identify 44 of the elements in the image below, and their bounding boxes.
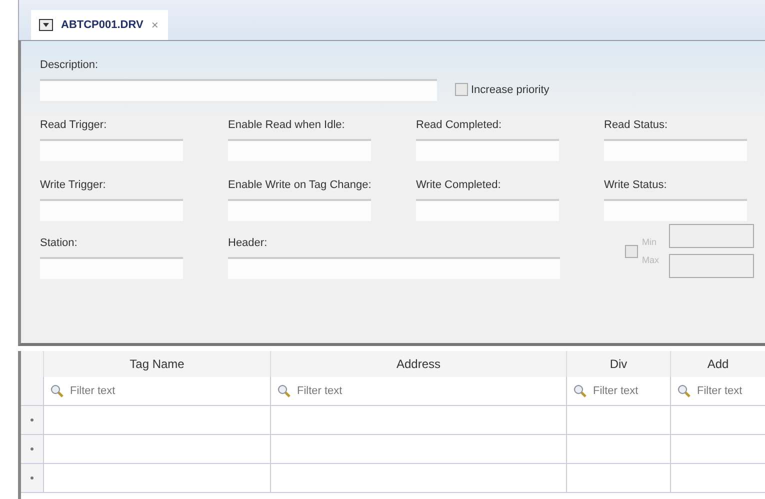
search-icon bbox=[50, 384, 64, 398]
station-field[interactable] bbox=[40, 257, 183, 279]
row-marker-icon bbox=[30, 447, 34, 451]
input-field[interactable] bbox=[604, 139, 747, 161]
filter-field[interactable]: Filter text bbox=[695, 384, 765, 398]
row-header[interactable] bbox=[21, 435, 43, 463]
field-label: Enable Write on Tag Change: bbox=[228, 179, 372, 191]
min-label: Min bbox=[642, 237, 658, 247]
row-header[interactable] bbox=[21, 406, 43, 434]
filter-field[interactable]: Filter text bbox=[295, 384, 566, 398]
filter-field[interactable]: Filter text bbox=[68, 384, 270, 398]
field-label: Read Status: bbox=[604, 119, 669, 131]
input-field[interactable] bbox=[416, 199, 559, 221]
checkbox-label: Increase priority bbox=[471, 84, 550, 96]
field-label: Header: bbox=[228, 237, 268, 249]
field-label: Write Status: bbox=[604, 179, 668, 191]
input-field[interactable] bbox=[40, 139, 183, 161]
search-icon bbox=[677, 384, 691, 398]
header-field[interactable] bbox=[228, 257, 560, 279]
field-label: Enable Read when Idle: bbox=[228, 119, 346, 131]
input-field[interactable] bbox=[604, 199, 747, 221]
field-label: Description: bbox=[40, 59, 100, 71]
search-icon bbox=[573, 384, 587, 398]
input-field[interactable] bbox=[416, 139, 559, 161]
input-field[interactable] bbox=[228, 199, 371, 221]
input-field[interactable] bbox=[228, 139, 371, 161]
field-label: Read Trigger: bbox=[40, 119, 108, 131]
row-header[interactable] bbox=[21, 464, 43, 492]
field-label: Write Completed: bbox=[416, 179, 502, 191]
field-label: Station: bbox=[40, 237, 78, 249]
field-label: Read Completed: bbox=[416, 119, 503, 131]
close-tab-button[interactable]: × bbox=[151, 18, 158, 32]
checkbox[interactable] bbox=[455, 83, 468, 96]
document-icon bbox=[39, 19, 53, 31]
description-field[interactable] bbox=[40, 79, 437, 101]
row-marker-icon bbox=[30, 476, 34, 480]
row-marker-icon bbox=[30, 418, 34, 422]
field-label: Write Trigger: bbox=[40, 179, 107, 191]
input-field[interactable] bbox=[40, 199, 183, 221]
filter-field[interactable]: Filter text bbox=[591, 384, 670, 398]
max-label: Max bbox=[642, 255, 660, 265]
tab-title: ABTCP001.DRV bbox=[61, 19, 144, 31]
document-tab[interactable]: ABTCP001.DRV × bbox=[31, 10, 168, 40]
search-icon bbox=[277, 384, 291, 398]
